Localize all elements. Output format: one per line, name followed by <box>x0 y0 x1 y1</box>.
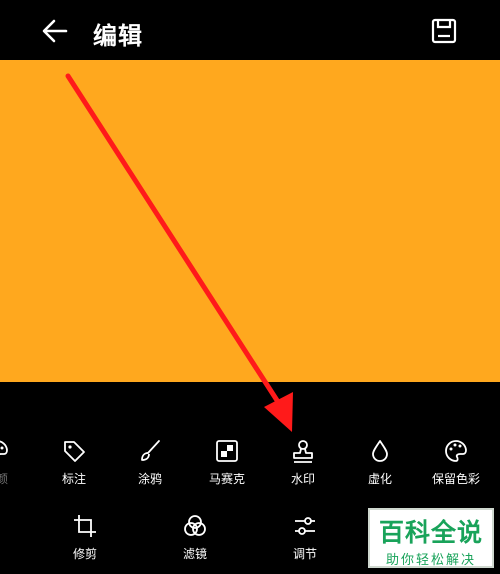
page-title: 编辑 <box>93 22 143 50</box>
save-icon[interactable] <box>430 17 458 45</box>
site-watermark: 百科全说 助你轻松解决 <box>368 508 494 568</box>
tool-watermark[interactable]: 水印 <box>268 438 338 487</box>
tool-blur[interactable]: 虚化 <box>345 438 415 487</box>
tool-annotate[interactable]: 标注 <box>39 438 109 487</box>
arrow-left-icon[interactable] <box>38 14 72 48</box>
tool-color[interactable]: 颜 <box>0 438 20 487</box>
tool-filter[interactable]: 滤镜 <box>160 513 230 562</box>
image-canvas[interactable] <box>0 60 500 382</box>
palette-icon <box>445 440 467 462</box>
filter-icon <box>184 515 206 536</box>
tag-icon <box>64 441 85 462</box>
stamp-icon <box>293 440 313 463</box>
tool-doodle[interactable]: 涂鸦 <box>115 438 185 487</box>
crop-icon <box>74 515 96 537</box>
mosaic-icon <box>216 440 238 462</box>
drop-icon <box>372 440 388 462</box>
tool-crop[interactable]: 修剪 <box>50 513 120 562</box>
sliders-icon <box>295 517 315 535</box>
tool-keep-color[interactable]: 保留色彩 <box>421 438 491 487</box>
tool-mosaic[interactable]: 马赛克 <box>192 438 262 487</box>
palette-icon <box>0 440 8 456</box>
top-bar: 编辑 <box>0 0 500 60</box>
brush-icon <box>141 440 160 461</box>
tool-adjust[interactable]: 调节 <box>270 513 340 562</box>
